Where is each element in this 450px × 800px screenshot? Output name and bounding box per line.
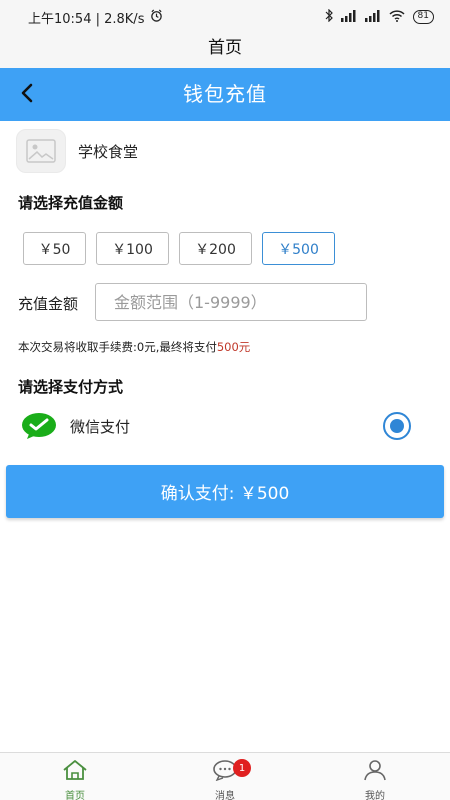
home-icon [62,759,88,785]
image-placeholder-icon [16,129,66,173]
battery-icon: 81 [412,10,434,24]
amount-option-50[interactable]: ￥50 [23,232,86,265]
tab-messages[interactable]: 1 消息 [150,753,300,800]
alarm-icon [150,9,163,26]
confirm-pay-button[interactable]: 确认支付: ￥500 [6,465,444,518]
tab-profile[interactable]: 我的 [300,753,450,800]
payment-method-wechat[interactable]: 微信支付 [20,406,415,446]
amount-options: ￥50 ￥100 ￥200 ￥500 [23,232,335,265]
payment-radio[interactable] [383,412,411,440]
nav-bar: 钱包充值 [0,68,450,121]
tab-home[interactable]: 首页 [0,753,150,800]
page-title: 钱包充值 [183,82,267,106]
payment-section-title: 请选择支付方式 [18,378,124,396]
fee-note-amount: 500元 [216,340,251,354]
amount-option-500[interactable]: ￥500 [262,232,335,265]
wechat-pay-icon [20,411,58,441]
chevron-left-icon [20,83,34,107]
amount-section-title: 请选择充值金额 [18,194,124,212]
wifi-icon [389,9,405,25]
status-right: 81 [325,8,434,25]
message-badge: 1 [233,759,251,777]
status-time: 上午10:54 | 2.8K/s [28,11,145,27]
merchant-name: 学校食堂 [78,142,139,161]
payment-method-label: 微信支付 [70,417,131,436]
app-header-title: 首页 [0,34,450,68]
custom-amount-label: 充值金额 [18,295,79,313]
amount-option-100[interactable]: ￥100 [96,232,169,265]
status-left: 上午10:54 | 2.8K/s [28,8,163,27]
fee-note-text: 本次交易将收取手续费:0元,最终将支付 [18,340,217,354]
status-bar: 上午10:54 | 2.8K/s 81 [0,0,450,34]
back-button[interactable] [10,78,44,112]
tab-messages-label: 消息 [215,791,235,800]
tab-home-label: 首页 [65,791,85,800]
amount-option-200[interactable]: ￥200 [179,232,252,265]
radio-selected-dot [390,419,404,433]
user-icon [362,759,388,785]
tab-profile-label: 我的 [365,791,385,800]
signal-icon [340,9,357,25]
custom-amount-input[interactable] [95,283,367,321]
merchant-info: 学校食堂 [16,128,138,174]
signal-icon-2 [364,9,381,25]
bluetooth-icon [325,8,333,25]
bottom-tab-bar: 首页 1 消息 我的 [0,752,450,800]
fee-note: 本次交易将收取手续费:0元,最终将支付500元 [18,339,250,355]
